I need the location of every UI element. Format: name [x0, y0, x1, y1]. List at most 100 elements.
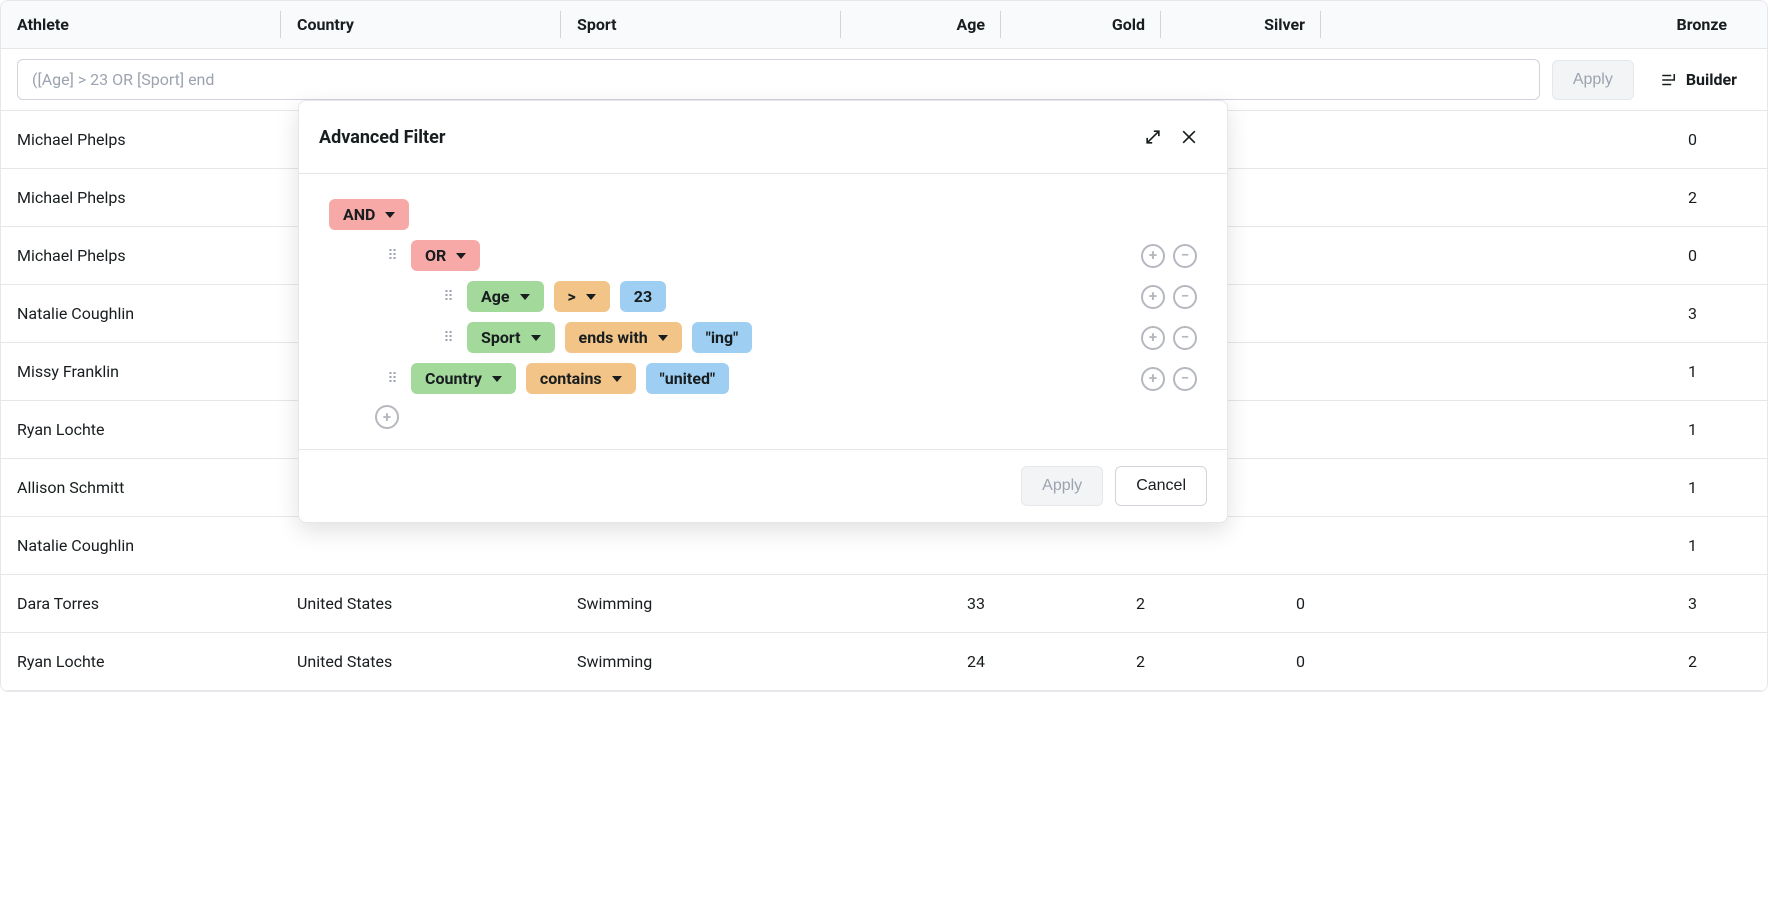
chevron-down-icon: [658, 335, 668, 341]
cell-athlete: Natalie Coughlin: [1, 304, 281, 323]
open-builder-button[interactable]: Builder: [1646, 60, 1751, 99]
remove-condition-button[interactable]: −: [1173, 326, 1197, 350]
filter-condition: ⠿ Age > 23 + −: [329, 276, 1207, 317]
operator-label: >: [568, 287, 576, 306]
cell-athlete: Missy Franklin: [1, 362, 281, 381]
chevron-down-icon: [612, 376, 622, 382]
cell-bronze: 1: [1321, 362, 1767, 381]
operator-label: ends with: [579, 328, 648, 347]
add-condition-button[interactable]: +: [1141, 367, 1165, 391]
add-condition-button[interactable]: +: [1141, 244, 1165, 268]
field-label: Sport: [481, 328, 521, 347]
chevron-down-icon: [456, 253, 466, 259]
filter-group-root: AND: [329, 194, 1207, 235]
cell-country: United States: [281, 652, 561, 671]
table-row[interactable]: Ryan LochteUnited StatesSwimming24202: [1, 633, 1767, 691]
chevron-down-icon: [520, 294, 530, 300]
column-header-athlete[interactable]: Athlete: [1, 1, 281, 48]
filter-condition: ⠿ Country contains "united" + −: [329, 358, 1207, 399]
column-header-country[interactable]: Country: [281, 1, 561, 48]
operator-label: contains: [540, 369, 602, 388]
chevron-down-icon: [531, 335, 541, 341]
apply-filter-button[interactable]: Apply: [1552, 60, 1634, 100]
cell-sport: Swimming: [561, 594, 841, 613]
cell-bronze: 2: [1321, 188, 1767, 207]
value-label: 23: [634, 287, 652, 306]
remove-condition-button[interactable]: −: [1173, 285, 1197, 309]
cell-bronze: 1: [1321, 478, 1767, 497]
cell-athlete: Dara Torres: [1, 594, 281, 613]
field-select[interactable]: Sport: [467, 322, 555, 353]
cell-gold: 2: [1001, 594, 1161, 613]
field-select[interactable]: Country: [411, 363, 516, 394]
value-label: "united": [660, 369, 715, 388]
operator-select[interactable]: ends with: [565, 322, 682, 353]
cell-bronze: 1: [1321, 536, 1767, 555]
drag-handle-icon[interactable]: ⠿: [385, 371, 401, 387]
cell-silver: 0: [1161, 594, 1321, 613]
column-header-bronze[interactable]: Bronze: [1321, 1, 1767, 48]
join-operator-select[interactable]: AND: [329, 199, 409, 230]
cell-athlete: Ryan Lochte: [1, 652, 281, 671]
popup-apply-button[interactable]: Apply: [1021, 466, 1103, 506]
chevron-down-icon: [492, 376, 502, 382]
cell-bronze: 3: [1321, 304, 1767, 323]
drag-handle-icon[interactable]: ⠿: [441, 330, 457, 346]
chevron-down-icon: [385, 212, 395, 218]
join-operator-label: AND: [343, 205, 375, 224]
column-header-sport[interactable]: Sport: [561, 1, 841, 48]
value-input[interactable]: "ing": [692, 322, 753, 353]
popup-title: Advanced Filter: [319, 127, 1135, 148]
table-row[interactable]: Natalie Coughlin1: [1, 517, 1767, 575]
cell-athlete: Michael Phelps: [1, 188, 281, 207]
advanced-filter-popup: Advanced Filter AND ⠿ OR: [298, 100, 1228, 523]
filter-builder: AND ⠿ OR + − ⠿ Age: [299, 174, 1227, 449]
cell-athlete: Allison Schmitt: [1, 478, 281, 497]
column-header-row: Athlete Country Sport Age Gold Silver Br…: [1, 1, 1767, 49]
column-header-gold[interactable]: Gold: [1001, 1, 1161, 48]
cell-bronze: 0: [1321, 130, 1767, 149]
drag-handle-icon[interactable]: ⠿: [385, 248, 401, 264]
filter-condition: ⠿ Sport ends with "ing" + −: [329, 317, 1207, 358]
operator-select[interactable]: >: [554, 281, 610, 312]
builder-label: Builder: [1686, 70, 1737, 89]
operator-select[interactable]: contains: [526, 363, 636, 394]
filter-group: ⠿ OR + −: [329, 235, 1207, 276]
drag-handle-icon[interactable]: ⠿: [441, 289, 457, 305]
value-input[interactable]: 23: [620, 281, 666, 312]
maximize-icon[interactable]: [1135, 119, 1171, 155]
builder-icon: [1660, 71, 1678, 89]
column-header-silver[interactable]: Silver: [1161, 1, 1321, 48]
popup-header: Advanced Filter: [299, 101, 1227, 174]
cell-country: United States: [281, 594, 561, 613]
cell-athlete: Michael Phelps: [1, 130, 281, 149]
cell-athlete: Ryan Lochte: [1, 420, 281, 439]
value-input[interactable]: "united": [646, 363, 729, 394]
cell-gold: 2: [1001, 652, 1161, 671]
cell-silver: 0: [1161, 652, 1321, 671]
cell-bronze: 3: [1321, 594, 1767, 613]
field-label: Country: [425, 369, 482, 388]
filter-expression-input[interactable]: ([Age] > 23 OR [Sport] end: [17, 59, 1540, 100]
join-operator-select[interactable]: OR: [411, 240, 480, 271]
remove-condition-button[interactable]: −: [1173, 367, 1197, 391]
field-select[interactable]: Age: [467, 281, 544, 312]
cell-athlete: Michael Phelps: [1, 246, 281, 265]
cell-bronze: 0: [1321, 246, 1767, 265]
cell-sport: Swimming: [561, 652, 841, 671]
remove-condition-button[interactable]: −: [1173, 244, 1197, 268]
add-condition-button[interactable]: +: [1141, 326, 1165, 350]
add-condition-button[interactable]: +: [1141, 285, 1165, 309]
popup-footer: Apply Cancel: [299, 449, 1227, 522]
cell-bronze: 1: [1321, 420, 1767, 439]
column-header-age[interactable]: Age: [841, 1, 1001, 48]
chevron-down-icon: [586, 294, 596, 300]
value-label: "ing": [706, 328, 739, 347]
add-condition-button[interactable]: +: [375, 405, 399, 429]
close-icon[interactable]: [1171, 119, 1207, 155]
popup-cancel-button[interactable]: Cancel: [1115, 466, 1207, 506]
table-row[interactable]: Dara TorresUnited StatesSwimming33203: [1, 575, 1767, 633]
join-operator-label: OR: [425, 246, 446, 265]
field-label: Age: [481, 287, 510, 306]
cell-bronze: 2: [1321, 652, 1767, 671]
